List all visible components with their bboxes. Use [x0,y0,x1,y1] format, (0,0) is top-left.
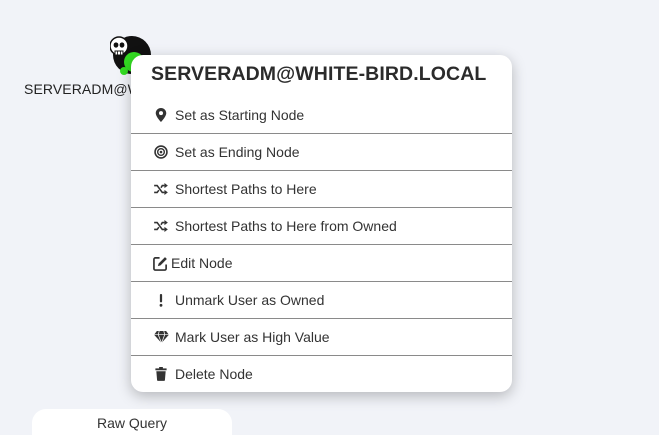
exclamation-icon [153,292,169,308]
menu-item-label: Set as Ending Node [175,144,300,160]
graph-canvas[interactable]: SERVERADM@WHITE-BIRD.LOCAL SERVERADM@WHI… [0,0,659,435]
bullseye-icon [153,144,169,160]
menu-item-shortest-paths[interactable]: Shortest Paths to Here [131,170,512,207]
menu-item-set-ending-node[interactable]: Set as Ending Node [131,133,512,170]
menu-item-unmark-owned[interactable]: Unmark User as Owned [131,281,512,318]
trash-icon [153,366,169,382]
random-icon [153,218,169,234]
random-icon [153,181,169,197]
menu-item-label: Unmark User as Owned [175,292,325,308]
context-menu-list: Set as Starting Node Set as Ending Node … [131,96,512,392]
menu-item-label: Delete Node [175,366,253,382]
menu-item-delete-node[interactable]: Delete Node [131,355,512,392]
menu-item-mark-high-value[interactable]: Mark User as High Value [131,318,512,355]
menu-item-edit-node[interactable]: Edit Node [131,244,512,281]
context-menu-title: SERVERADM@WHITE-BIRD.LOCAL [151,63,487,85]
map-marker-icon [153,107,169,123]
menu-item-label: Shortest Paths to Here [175,181,317,197]
node-context-menu: SERVERADM@WHITE-BIRD.LOCAL Set as Starti… [131,55,512,392]
raw-query-button[interactable]: Raw Query [32,409,232,435]
menu-item-label: Shortest Paths to Here from Owned [175,218,397,234]
menu-item-shortest-paths-from-owned[interactable]: Shortest Paths to Here from Owned [131,207,512,244]
menu-item-label: Set as Starting Node [175,106,305,123]
menu-item-set-starting-node[interactable]: Set as Starting Node [131,96,512,133]
menu-item-label: Mark User as High Value [175,329,330,345]
menu-item-label: Edit Node [171,255,233,271]
edit-icon [152,255,168,271]
gem-icon [153,329,169,345]
